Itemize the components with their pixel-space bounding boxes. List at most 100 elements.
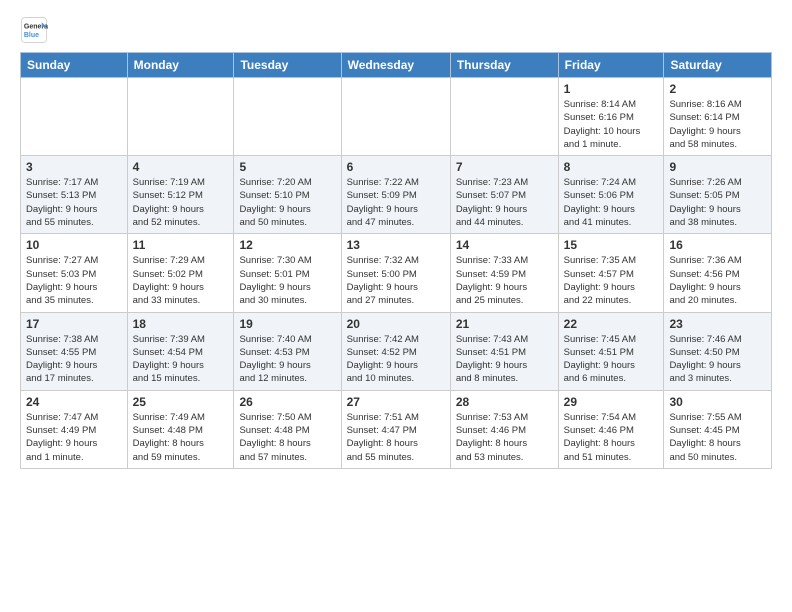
calendar-cell: 23Sunrise: 7:46 AM Sunset: 4:50 PM Dayli… — [664, 312, 772, 390]
weekday-header-monday: Monday — [127, 53, 234, 78]
day-number: 4 — [133, 160, 229, 174]
day-info: Sunrise: 7:30 AM Sunset: 5:01 PM Dayligh… — [239, 254, 335, 307]
calendar-cell: 13 Sunrise: 7:32 AM Sunset: 5:00 PM Dayli… — [341, 234, 450, 312]
day-info: Sunrise: 7:17 AM Sunset: 5:13 PM Dayligh… — [26, 176, 122, 229]
calendar-cell: 19 Sunrise: 7:40 AM Sunset: 4:53 PM Dayli… — [234, 312, 341, 390]
day-number: 21 — [456, 317, 553, 331]
day-info: Sunrise: 7:24 AM Sunset: 5:06 PM Dayligh… — [564, 176, 659, 229]
day-number: 22 — [564, 317, 659, 331]
calendar-cell: 30 Sunrise: 7:55 AM Sunset: 4:45 PM Dayli… — [664, 390, 772, 468]
day-info: Sunrise: 7:53 AM Sunset: 4:46 PM Dayligh… — [456, 411, 553, 464]
calendar-cell: 26 Sunrise: 7:50 AM Sunset: 4:48 PM Dayli… — [234, 390, 341, 468]
day-number: 10 — [26, 238, 122, 252]
day-info: Sunrise: 7:27 AM Sunset: 5:03 PM Dayligh… — [26, 254, 122, 307]
day-number: 25 — [133, 395, 229, 409]
day-number: 9 — [669, 160, 766, 174]
day-info: Sunrise: 7:54 AM Sunset: 4:46 PM Dayligh… — [564, 411, 659, 464]
weekday-header-row: SundayMondayTuesdayWednesdayThursdayFrid… — [21, 53, 772, 78]
day-info: Sunrise: 7:32 AM Sunset: 5:00 PM Dayligh… — [347, 254, 445, 307]
day-info: Sunrise: 7:55 AM Sunset: 4:45 PM Dayligh… — [669, 411, 766, 464]
weekday-header-sunday: Sunday — [21, 53, 128, 78]
day-info: Sunrise: 7:45 AM Sunset: 4:51 PM Dayligh… — [564, 333, 659, 386]
calendar-cell: 22 Sunrise: 7:45 AM Sunset: 4:51 PM Dayli… — [558, 312, 664, 390]
day-info: Sunrise: 7:26 AM Sunset: 5:05 PM Dayligh… — [669, 176, 766, 229]
week-row-2: 3 Sunrise: 7:17 AM Sunset: 5:13 PM Daylig… — [21, 156, 772, 234]
day-info: Sunrise: 7:43 AM Sunset: 4:51 PM Dayligh… — [456, 333, 553, 386]
day-number: 5 — [239, 160, 335, 174]
day-info: Sunrise: 7:42 AM Sunset: 4:52 PM Dayligh… — [347, 333, 445, 386]
calendar-cell: 6 Sunrise: 7:22 AM Sunset: 5:09 PM Daylig… — [341, 156, 450, 234]
weekday-header-thursday: Thursday — [450, 53, 558, 78]
header: General Blue — [20, 16, 772, 44]
calendar-cell: 11 Sunrise: 7:29 AM Sunset: 5:02 PM Dayli… — [127, 234, 234, 312]
logo: General Blue — [20, 16, 48, 44]
day-info: Sunrise: 7:46 AM Sunset: 4:50 PM Dayligh… — [669, 333, 766, 386]
calendar-table: SundayMondayTuesdayWednesdayThursdayFrid… — [20, 52, 772, 469]
calendar-cell: 10 Sunrise: 7:27 AM Sunset: 5:03 PM Dayli… — [21, 234, 128, 312]
calendar-cell — [21, 78, 128, 156]
day-number: 20 — [347, 317, 445, 331]
day-number: 17 — [26, 317, 122, 331]
day-number: 11 — [133, 238, 229, 252]
day-info: Sunrise: 7:29 AM Sunset: 5:02 PM Dayligh… — [133, 254, 229, 307]
day-info: Sunrise: 8:14 AM Sunset: 6:16 PM Dayligh… — [564, 98, 659, 151]
calendar-cell: 1 Sunrise: 8:14 AM Sunset: 6:16 PM Daylig… — [558, 78, 664, 156]
calendar-cell: 9 Sunrise: 7:26 AM Sunset: 5:05 PM Daylig… — [664, 156, 772, 234]
calendar-cell: 16 Sunrise: 7:36 AM Sunset: 4:56 PM Dayli… — [664, 234, 772, 312]
day-number: 3 — [26, 160, 122, 174]
calendar-cell: 4 Sunrise: 7:19 AM Sunset: 5:12 PM Daylig… — [127, 156, 234, 234]
calendar-cell — [450, 78, 558, 156]
day-number: 26 — [239, 395, 335, 409]
day-number: 27 — [347, 395, 445, 409]
calendar-cell: 8 Sunrise: 7:24 AM Sunset: 5:06 PM Daylig… — [558, 156, 664, 234]
day-number: 13 — [347, 238, 445, 252]
day-number: 6 — [347, 160, 445, 174]
day-number: 1 — [564, 82, 659, 96]
calendar-page: General Blue SundayMondayTuesdayWednesda… — [0, 0, 792, 479]
weekday-header-friday: Friday — [558, 53, 664, 78]
day-info: Sunrise: 7:36 AM Sunset: 4:56 PM Dayligh… — [669, 254, 766, 307]
logo-icon: General Blue — [20, 16, 48, 44]
calendar-cell: 21 Sunrise: 7:43 AM Sunset: 4:51 PM Dayli… — [450, 312, 558, 390]
week-row-1: 1 Sunrise: 8:14 AM Sunset: 6:16 PM Daylig… — [21, 78, 772, 156]
day-info: Sunrise: 7:49 AM Sunset: 4:48 PM Dayligh… — [133, 411, 229, 464]
calendar-cell: 17 Sunrise: 7:38 AM Sunset: 4:55 PM Dayli… — [21, 312, 128, 390]
calendar-cell — [341, 78, 450, 156]
calendar-cell: 7 Sunrise: 7:23 AM Sunset: 5:07 PM Daylig… — [450, 156, 558, 234]
day-number: 19 — [239, 317, 335, 331]
week-row-5: 24 Sunrise: 7:47 AM Sunset: 4:49 PM Dayli… — [21, 390, 772, 468]
day-number: 29 — [564, 395, 659, 409]
day-number: 12 — [239, 238, 335, 252]
calendar-cell: 24 Sunrise: 7:47 AM Sunset: 4:49 PM Dayli… — [21, 390, 128, 468]
day-info: Sunrise: 8:16 AM Sunset: 6:14 PM Dayligh… — [669, 98, 766, 151]
day-number: 14 — [456, 238, 553, 252]
day-info: Sunrise: 7:40 AM Sunset: 4:53 PM Dayligh… — [239, 333, 335, 386]
calendar-cell: 2Sunrise: 8:16 AM Sunset: 6:14 PM Daylig… — [664, 78, 772, 156]
day-info: Sunrise: 7:38 AM Sunset: 4:55 PM Dayligh… — [26, 333, 122, 386]
day-number: 16 — [669, 238, 766, 252]
svg-text:Blue: Blue — [24, 32, 39, 39]
calendar-cell: 20 Sunrise: 7:42 AM Sunset: 4:52 PM Dayli… — [341, 312, 450, 390]
calendar-cell: 29 Sunrise: 7:54 AM Sunset: 4:46 PM Dayli… — [558, 390, 664, 468]
day-number: 8 — [564, 160, 659, 174]
day-info: Sunrise: 7:19 AM Sunset: 5:12 PM Dayligh… — [133, 176, 229, 229]
day-number: 7 — [456, 160, 553, 174]
calendar-cell: 25 Sunrise: 7:49 AM Sunset: 4:48 PM Dayli… — [127, 390, 234, 468]
calendar-cell: 14 Sunrise: 7:33 AM Sunset: 4:59 PM Dayli… — [450, 234, 558, 312]
day-number: 30 — [669, 395, 766, 409]
day-info: Sunrise: 7:33 AM Sunset: 4:59 PM Dayligh… — [456, 254, 553, 307]
calendar-cell: 3 Sunrise: 7:17 AM Sunset: 5:13 PM Daylig… — [21, 156, 128, 234]
day-info: Sunrise: 7:50 AM Sunset: 4:48 PM Dayligh… — [239, 411, 335, 464]
day-info: Sunrise: 7:23 AM Sunset: 5:07 PM Dayligh… — [456, 176, 553, 229]
calendar-cell: 5 Sunrise: 7:20 AM Sunset: 5:10 PM Daylig… — [234, 156, 341, 234]
day-info: Sunrise: 7:20 AM Sunset: 5:10 PM Dayligh… — [239, 176, 335, 229]
week-row-4: 17 Sunrise: 7:38 AM Sunset: 4:55 PM Dayli… — [21, 312, 772, 390]
calendar-cell: 15Sunrise: 7:35 AM Sunset: 4:57 PM Dayli… — [558, 234, 664, 312]
svg-text:General: General — [24, 23, 48, 30]
weekday-header-saturday: Saturday — [664, 53, 772, 78]
day-number: 18 — [133, 317, 229, 331]
day-number: 24 — [26, 395, 122, 409]
day-info: Sunrise: 7:22 AM Sunset: 5:09 PM Dayligh… — [347, 176, 445, 229]
day-info: Sunrise: 7:47 AM Sunset: 4:49 PM Dayligh… — [26, 411, 122, 464]
calendar-cell: 27Sunrise: 7:51 AM Sunset: 4:47 PM Dayli… — [341, 390, 450, 468]
